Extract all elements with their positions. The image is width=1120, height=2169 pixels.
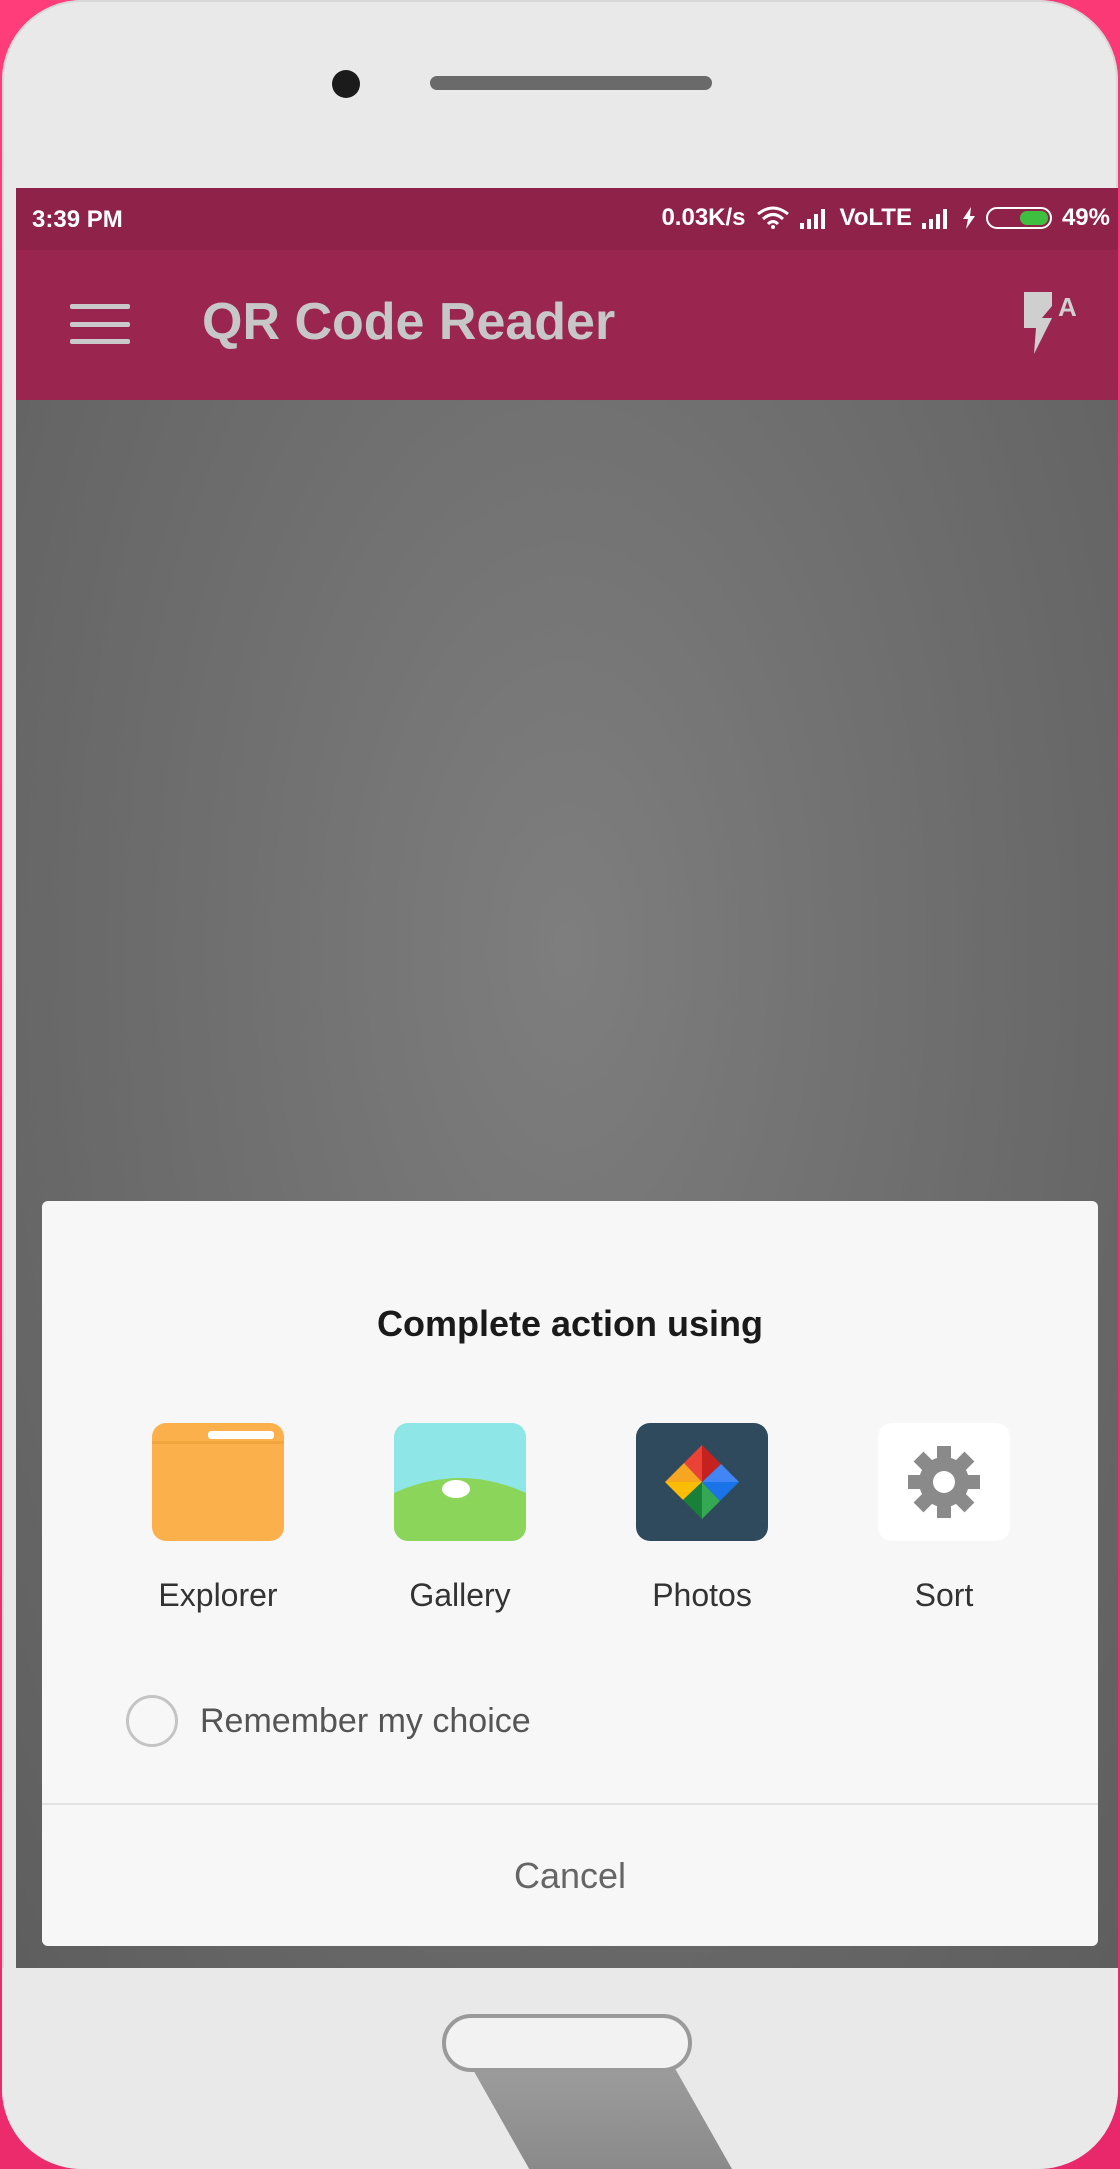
wifi-icon xyxy=(756,206,789,229)
app-option-gallery[interactable]: Gallery xyxy=(360,1423,560,1614)
status-time: 3:39 PM xyxy=(32,206,123,233)
app-option-label: Explorer xyxy=(158,1577,278,1613)
network-type: VoLTE xyxy=(839,204,912,231)
status-indicators: 0.03K/s VoLTE 49% xyxy=(661,204,1110,232)
charging-bolt-icon xyxy=(962,207,975,229)
status-bar: 3:39 PM 0.03K/s VoLTE 49% xyxy=(16,188,1118,250)
chooser-dialog: Complete action using Explorer Gallery P… xyxy=(42,1201,1098,1946)
home-button-shadow xyxy=(472,2068,732,2169)
battery-fill xyxy=(1019,211,1048,225)
pinwheel-icon xyxy=(636,1423,768,1541)
signal-icon xyxy=(921,209,947,229)
app-option-explorer[interactable]: Explorer xyxy=(118,1423,318,1614)
screen: 3:39 PM 0.03K/s VoLTE 49% QR Code Reader… xyxy=(16,188,1118,1968)
app-bar: QR Code Reader A xyxy=(16,250,1118,400)
home-button[interactable] xyxy=(442,2014,692,2072)
front-camera xyxy=(332,70,360,98)
gallery-landscape-icon xyxy=(394,1423,526,1541)
remember-choice-row[interactable]: Remember my choice xyxy=(126,1695,531,1747)
app-title: QR Code Reader xyxy=(202,293,616,351)
folder-icon xyxy=(152,1423,284,1541)
app-option-label: Sort xyxy=(914,1577,974,1613)
network-speed: 0.03K/s xyxy=(661,204,746,231)
remember-choice-radio[interactable] xyxy=(126,1695,178,1747)
earpiece-speaker xyxy=(430,76,712,90)
app-option-label: Photos xyxy=(652,1577,752,1613)
gear-icon xyxy=(878,1423,1010,1541)
app-option-label: Gallery xyxy=(409,1577,511,1613)
svg-text:A: A xyxy=(1058,292,1077,322)
battery-percent: 49% xyxy=(1061,204,1110,231)
flash-auto-icon[interactable]: A xyxy=(1018,288,1086,358)
app-option-sort[interactable]: Sort xyxy=(844,1423,1044,1614)
cancel-button[interactable]: Cancel xyxy=(42,1805,1098,1946)
signal-icon xyxy=(799,209,825,229)
app-option-photos[interactable]: Photos xyxy=(602,1423,802,1614)
battery-icon xyxy=(985,207,1052,229)
remember-choice-label: Remember my choice xyxy=(200,1701,531,1740)
hamburger-menu-icon[interactable] xyxy=(70,304,130,344)
dialog-title: Complete action using xyxy=(376,1303,764,1344)
phone-frame: 3:39 PM 0.03K/s VoLTE 49% QR Code Reader… xyxy=(2,0,1118,2169)
phone-chin xyxy=(2,1968,1118,2169)
